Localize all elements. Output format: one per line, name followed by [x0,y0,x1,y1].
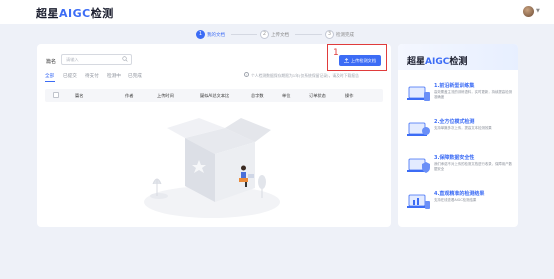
step-connector [231,34,257,35]
feature-item: 4.直观精准的检测结果 支持在线查看AIGC检测结果 [404,190,514,220]
col-upload-time: 上传时间 [157,93,174,98]
detection-mode-icon [407,122,430,136]
col-ai-ratio: 疑似AI总文本比 [200,93,230,98]
col-word-count: 总字数 [251,93,264,98]
app-logo[interactable]: 超星AIGC检测 [36,5,114,21]
upload-button-label: 上传检测文档 [350,58,377,63]
feature-item: 3.保障数据安全性 我们承诺不对上传的检测文档进行收录，保障用户数据安全 [404,154,514,184]
feature-title: 4.直观精准的检测结果 [434,191,485,197]
feature-item: 1.前沿新型训练集 高效覆盖主流的训练语料，实时更新，持续提高检测准确度 [404,82,514,112]
training-set-icon [407,86,430,101]
upload-document-button[interactable]: 上传检测文档 [339,55,381,66]
step-connector [295,34,322,35]
feature-title: 3.保障数据安全性 [434,155,475,161]
avatar[interactable] [523,6,534,17]
feature-title: 2.全方位模式检测 [434,119,475,125]
col-title: 篇名 [75,93,84,98]
tab-checking[interactable]: 检测中 [107,73,121,79]
sidebar-title: 超星AIGC检测 [407,57,468,67]
result-chart-icon [407,194,430,209]
step-1-label: 我的文档 [207,33,225,38]
col-author: 作者 [125,93,134,98]
document-panel: 篇名 请输入 1 上传检测文档 全部 已提交 待支付 检测中 已完成 ! 个人检… [37,44,391,227]
retention-notice: 个人检测数据保存期限为1年(仅系统保留记录)，请及时下载报告 [251,73,359,78]
feature-desc: 我们承诺不对上传的检测文档进行收录，保障用户数据安全 [434,162,512,171]
search-icon[interactable] [122,56,128,62]
feature-title: 1.前沿新型训练集 [434,83,475,89]
search-input[interactable]: 请输入 [61,54,132,65]
top-bar: 超星AIGC检测 ▼ [0,0,554,24]
tab-pending-payment[interactable]: 待支付 [85,73,99,79]
aigc-info-sidebar: 超星AIGC检测 1.前沿新型训练集 高效覆盖主流的训练语料，实时更新，持续提高… [398,44,518,227]
step-3-label: 检测完成 [336,33,354,38]
tab-submitted[interactable]: 已提交 [63,73,77,79]
select-all-checkbox[interactable] [53,92,59,98]
col-order-status: 订单状态 [309,93,326,98]
step-progress: 1 我的文档 2 上传文档 3 检测完成 [196,30,366,40]
feature-desc: 高效覆盖主流的训练语料，实时更新，持续提高检测准确度 [434,90,512,99]
step-1-dot: 1 [196,30,205,39]
search-label: 篇名 [46,59,57,65]
empty-state-illustration [144,118,280,218]
annotation-number: 1 [333,48,339,58]
info-icon: ! [244,72,249,77]
tab-all[interactable]: 全部 [45,73,54,79]
step-3-dot: 3 [325,30,334,39]
active-tab-indicator [45,81,55,82]
chevron-down-icon[interactable]: ▼ [536,8,540,14]
sidebar-header: 超星AIGC检测 [398,44,518,70]
search-placeholder: 请输入 [66,57,79,62]
upload-icon [344,58,349,63]
feature-desc: 支持在线查看AIGC检测结果 [434,198,477,202]
col-actions: 操作 [345,93,354,98]
table-header: 篇名 作者 上传时间 疑似AI总文本比 总字数 单位 订单状态 操作 [45,89,383,102]
step-2-label: 上传文档 [271,33,289,38]
feature-desc: 支持单篇多次上传，提高文本检测效果 [434,126,492,130]
feature-item: 2.全方位模式检测 支持单篇多次上传，提高文本检测效果 [404,118,514,148]
step-2-dot: 2 [260,30,269,39]
col-unit: 单位 [282,93,291,98]
data-security-icon [407,158,430,173]
tab-completed[interactable]: 已完成 [128,73,142,79]
